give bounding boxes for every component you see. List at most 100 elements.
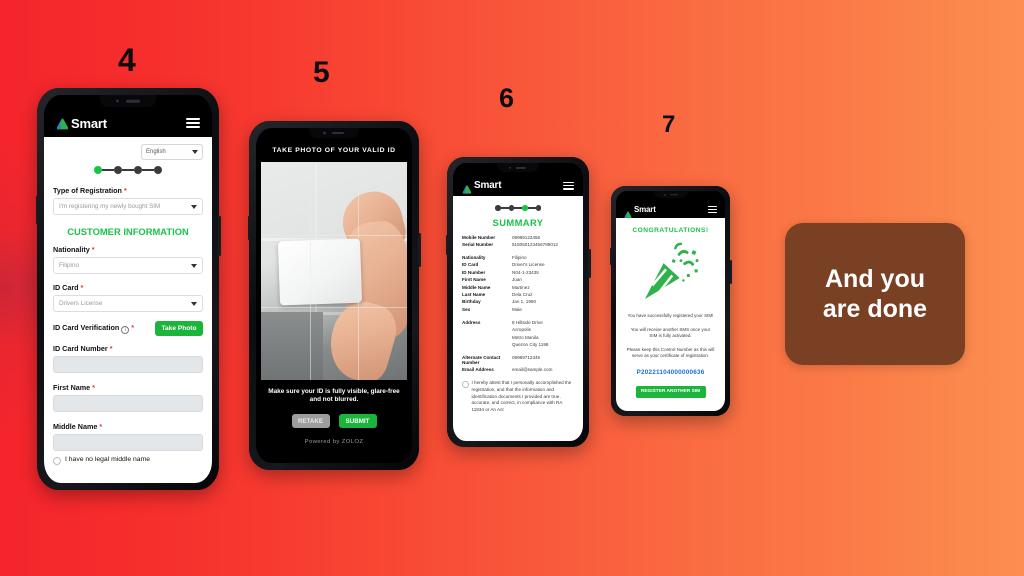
scene-floor-shadow — [261, 312, 323, 380]
stepper-node-4 — [154, 166, 162, 174]
stepper-bar-2 — [122, 169, 134, 171]
no-middle-name-checkbox[interactable] — [53, 457, 61, 465]
hamburger-menu-icon[interactable] — [186, 118, 200, 128]
summary-group-alternate: Alternate Contact Number 09989712345 Ema… — [462, 355, 574, 372]
hamburger-menu-icon[interactable] — [563, 181, 574, 190]
summary-key: Serial Number — [462, 242, 494, 247]
success-message-1: You have successfully registered your SI… — [627, 313, 714, 318]
phone-mockup-step-5: TAKE PHOTO OF YOUR VALID ID Make sure yo… — [247, 121, 421, 470]
attestation-checkbox[interactable] — [462, 381, 469, 388]
phone-mockup-step-6: Smart SUMMARY Mobile Number 09989123456 … — [445, 157, 591, 447]
summary-key: Mobile Number — [462, 234, 496, 240]
summary-row-address: Address 8 Hillside Drive Acropolis Metro… — [462, 320, 574, 347]
smart-brand-logo[interactable]: Smart — [624, 205, 656, 219]
registration-form-sheet: English Type of Registration * I'm regis… — [44, 137, 212, 483]
congratulations-title: CONGRATULATIONS! — [632, 227, 709, 234]
summary-row: ID Number N04-1-23435 — [462, 270, 574, 275]
summary-value: 515050123456789012 — [512, 242, 558, 247]
phone-power-button — [418, 233, 421, 267]
summary-value: Jan 1, 1990 — [512, 299, 537, 305]
select-type-of-registration[interactable]: I'm registering my newly bought SIM — [53, 198, 203, 215]
camera-title: TAKE PHOTO OF YOUR VALID ID — [272, 147, 396, 154]
progress-stepper-step-6 — [462, 205, 574, 211]
step-number-7: 7 — [662, 111, 675, 138]
required-asterisk: * — [78, 283, 84, 292]
take-photo-button[interactable]: Take Photo — [155, 321, 203, 336]
field-label-first-name: First Name * — [53, 383, 203, 392]
chevron-down-icon — [192, 150, 198, 154]
summary-row: First Name Juan — [462, 277, 574, 282]
smart-brand-logo[interactable]: Smart — [56, 116, 107, 131]
label-text: Type of Registration — [53, 186, 122, 195]
speaker-dot-icon — [126, 99, 140, 103]
stepper-node-2 — [114, 166, 122, 174]
success-message-3: Please keep this Control Number as this … — [626, 346, 715, 359]
summary-row: Mobile Number 09989123456 — [462, 235, 574, 240]
camera-dot-icon — [323, 131, 326, 135]
required-asterisk: * — [90, 383, 95, 392]
summary-value: Filipino — [512, 255, 527, 260]
summary-value: 09989123456 — [512, 234, 541, 240]
smart-brand-logo[interactable]: Smart — [462, 180, 502, 194]
camera-dot-icon — [116, 99, 119, 103]
select-value: Drivers License — [59, 300, 103, 307]
congratulations-actions: REGISTER ANOTHER SIM — [624, 385, 717, 398]
summary-value: 09989712345 — [512, 354, 541, 360]
language-value: English — [146, 149, 166, 155]
phone-volume-button — [445, 235, 448, 255]
stepper-bar-1 — [500, 207, 509, 209]
summary-key: First Name — [462, 277, 486, 283]
summary-key: Nationality — [462, 255, 486, 260]
chevron-down-icon — [191, 204, 197, 209]
phone-volume-button — [35, 196, 38, 224]
summary-row: Nationality Filipino — [462, 255, 574, 260]
language-row: English — [53, 144, 203, 160]
field-label-nationality: Nationality * — [53, 245, 203, 254]
step-number-6: 6 — [499, 83, 514, 113]
section-title-customer-information: CUSTOMER INFORMATION — [67, 226, 189, 237]
input-first-name[interactable] — [53, 395, 203, 412]
phone-notch — [653, 191, 688, 198]
summary-row: ID Card Driver's License — [462, 262, 574, 267]
summary-value: Driver's License — [512, 262, 545, 268]
label-text: ID Card Verification — [53, 323, 120, 332]
address-lines: 8 Hillside Drive Acropolis Metro Manila … — [512, 320, 548, 347]
step-number-4: 4 — [118, 42, 136, 78]
select-nationality[interactable]: Filipino — [53, 257, 203, 274]
required-asterisk: * — [97, 422, 103, 431]
label-text: Middle Name — [53, 422, 98, 431]
control-number: P20221104000000636 — [636, 368, 705, 376]
select-value: Filipino — [59, 262, 79, 269]
address-line: Metro Manila — [512, 334, 539, 340]
smart-logo-icon — [56, 117, 69, 130]
language-select[interactable]: English — [141, 144, 203, 160]
phone-power-button — [588, 249, 591, 278]
register-another-sim-button[interactable]: REGISTER ANOTHER SIM — [635, 385, 706, 398]
powered-by-zoloz-text: Powered by ZOLOZ — [304, 439, 364, 445]
phone-power-button — [729, 260, 732, 284]
summary-key: Last Name — [462, 291, 486, 297]
summary-key: Alternate Contact Number — [462, 354, 501, 365]
no-middle-name-row[interactable]: I have no legal middle name — [53, 456, 203, 465]
id-card-verification-row: ID Card Verification i * Take Photo — [53, 321, 203, 336]
summary-value: Dela Cruz — [512, 291, 533, 297]
smart-logo-icon — [624, 206, 632, 219]
retake-button[interactable]: RETAKE — [291, 414, 330, 428]
phone-mockup-step-7: Smart CONGRATULATIONS! You have successf… — [609, 186, 732, 416]
required-asterisk: * — [129, 323, 135, 332]
input-id-card-number[interactable] — [53, 356, 203, 373]
summary-key: ID Number — [462, 269, 486, 275]
attestation-row[interactable]: I hereby attest that I personally accomp… — [462, 380, 574, 413]
hamburger-menu-icon[interactable] — [708, 206, 717, 213]
congratulations-sheet: CONGRATULATIONS! You have successfully r… — [616, 218, 725, 411]
address-line: 8 Hillside Drive — [512, 319, 543, 325]
submit-button[interactable]: SUBMIT — [338, 414, 377, 428]
select-id-card[interactable]: Drivers License — [53, 295, 203, 312]
input-middle-name[interactable] — [53, 434, 203, 451]
smart-logo-text: Smart — [474, 180, 502, 191]
summary-key: Birthday — [462, 299, 481, 305]
label-text: ID Card — [53, 283, 79, 292]
camera-dot-icon — [663, 193, 666, 196]
speaker-dot-icon — [516, 166, 526, 169]
party-popper-icon — [624, 242, 717, 304]
